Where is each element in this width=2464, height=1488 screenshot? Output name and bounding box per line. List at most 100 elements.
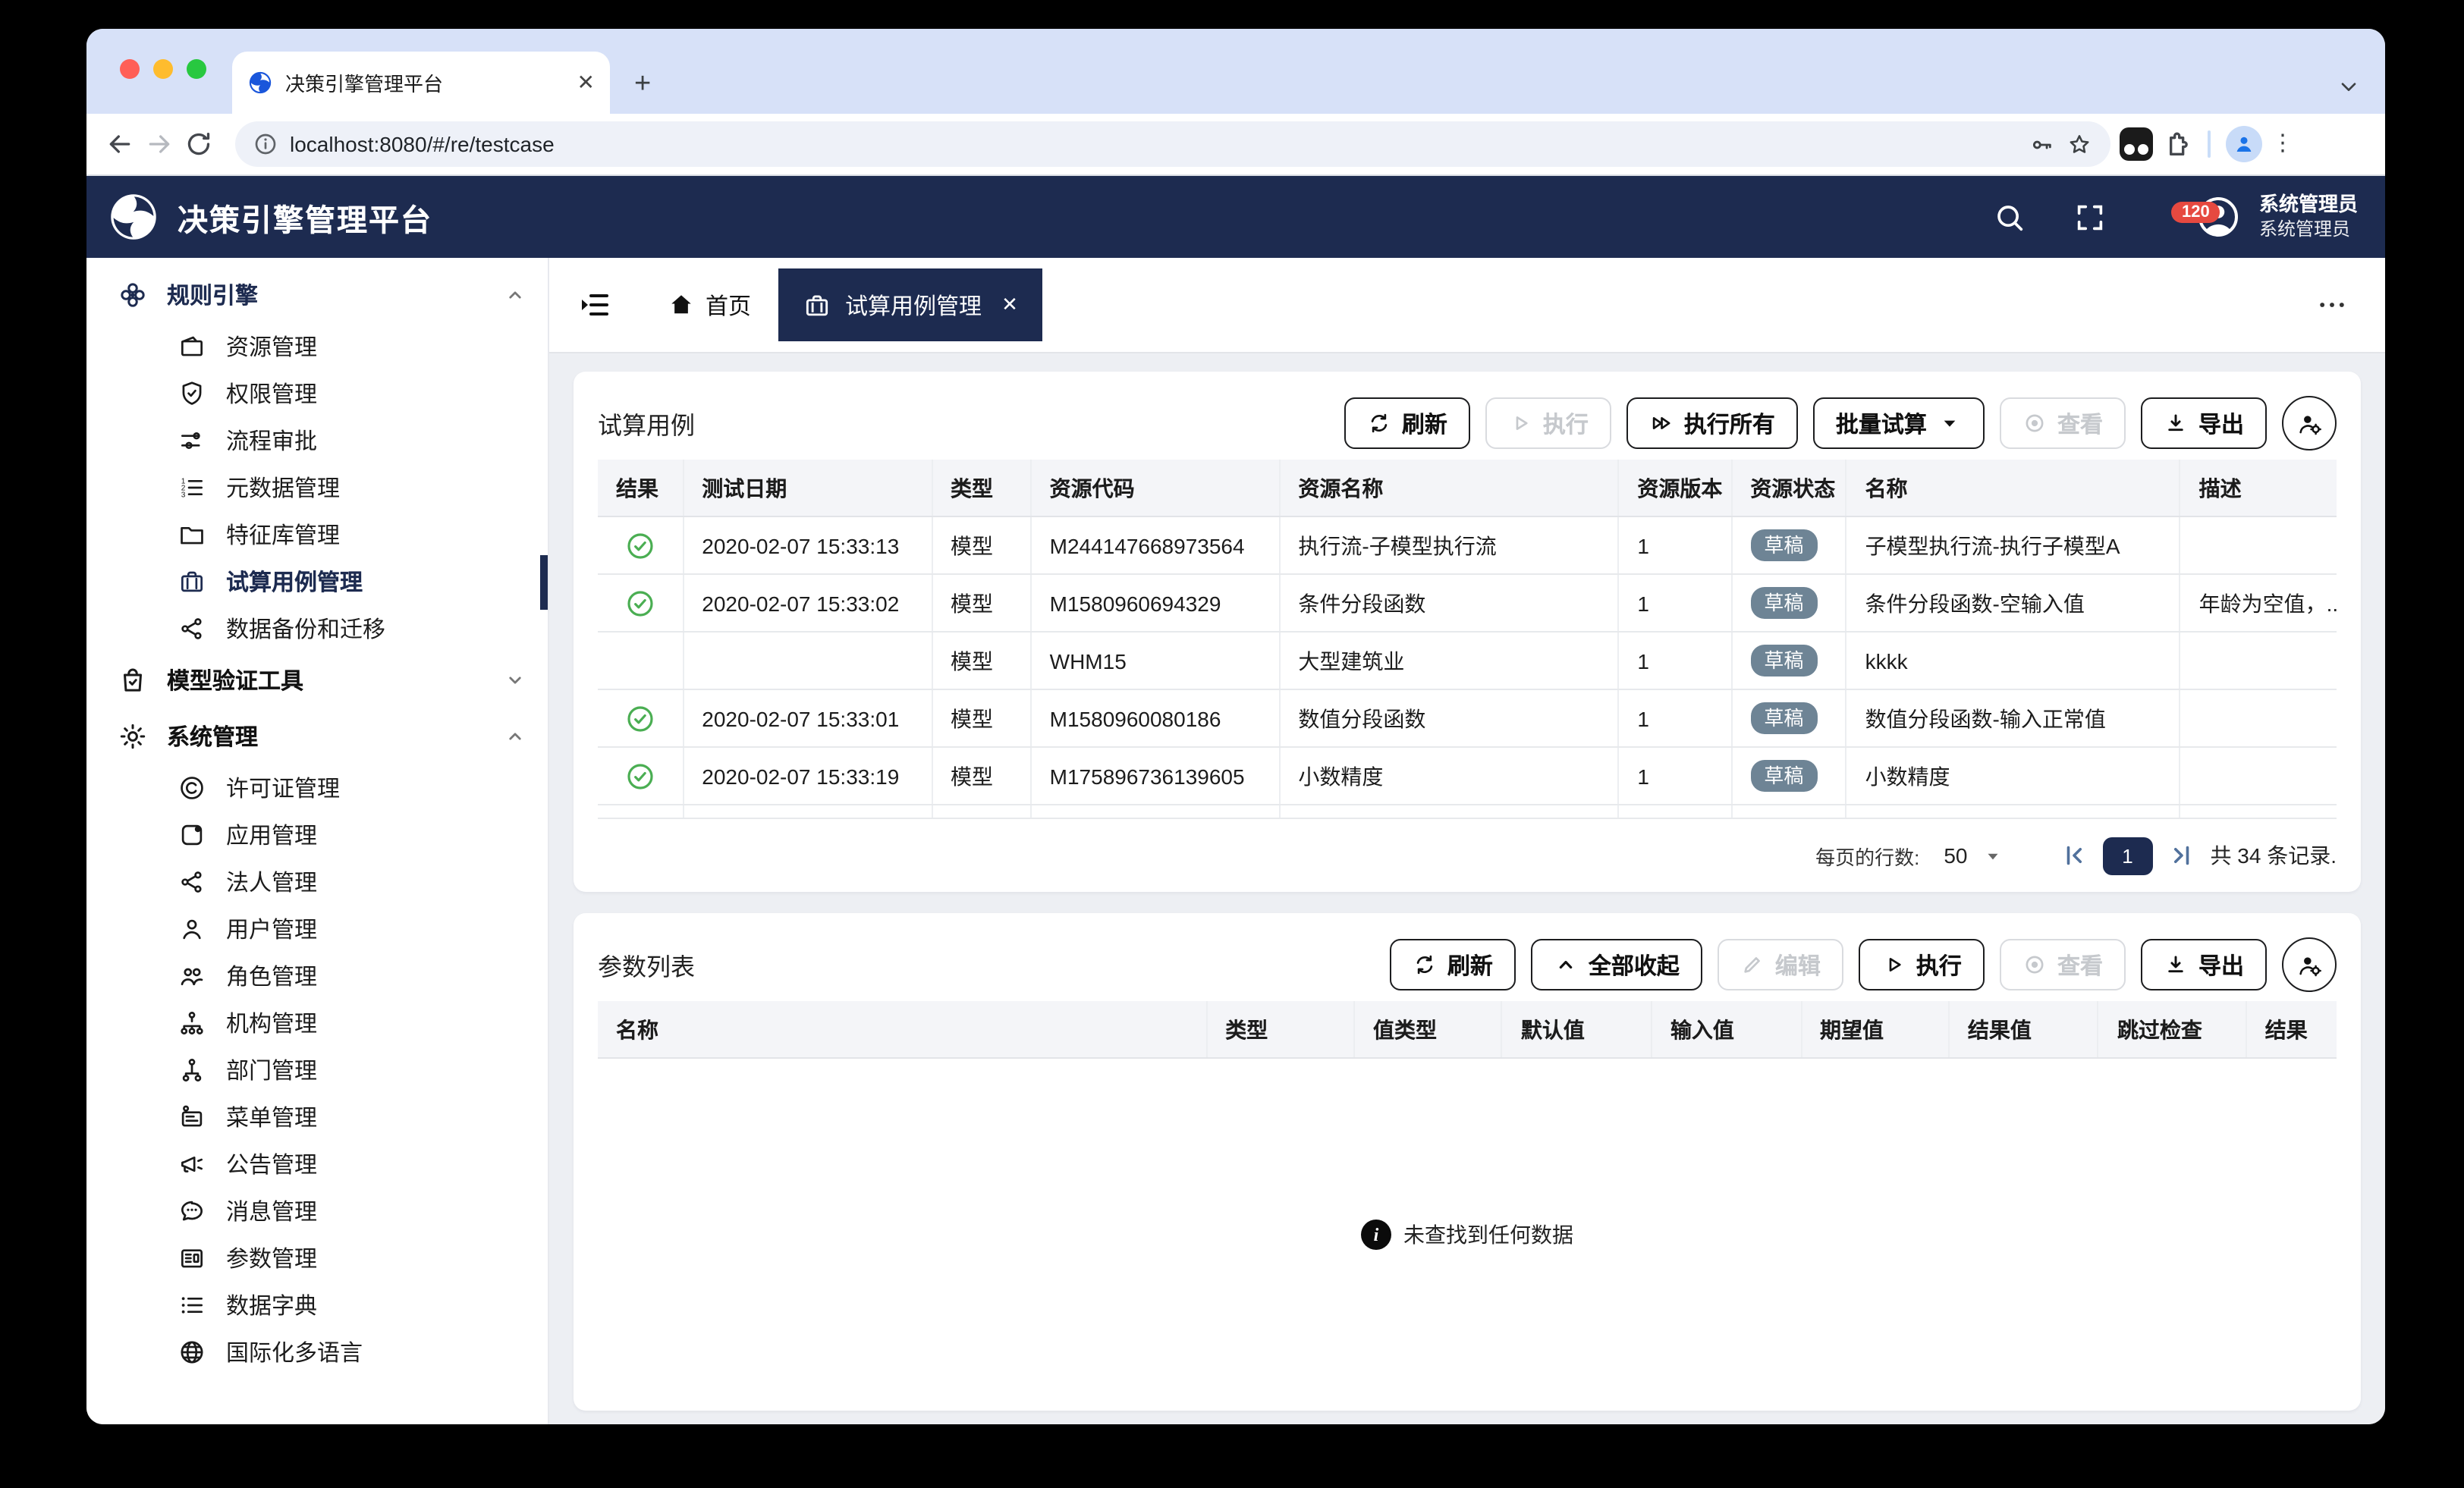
reload-icon[interactable] <box>184 129 214 159</box>
book-icon <box>178 332 206 361</box>
table-row[interactable]: 模型WHM15大型建筑业1草稿kkkk <box>598 632 2337 689</box>
查看-button: 查看 <box>2000 397 2126 449</box>
rows-per-page-value[interactable]: 50 <box>1944 843 1967 868</box>
zoom-window-button[interactable] <box>187 59 206 79</box>
table-row[interactable]: 2020-02-07 15:33:02模型M1580960694329条件分段函… <box>598 574 2337 632</box>
sidebar-item[interactable]: 参数管理 <box>86 1235 548 1282</box>
date-cell: 2020-02-07 15:33:13 <box>683 516 932 574</box>
desc-cell <box>2180 516 2337 574</box>
sidebar-item-label: 试算用例管理 <box>226 566 363 598</box>
user-info[interactable]: 系统管理员 系统管理员 <box>2259 193 2358 241</box>
button-label: 全部收起 <box>1589 949 1680 981</box>
刷新-button[interactable]: 刷新 <box>1390 939 1516 990</box>
sidebar-item[interactable]: 国际化多语言 <box>86 1329 548 1376</box>
table-row[interactable]: 2020-02-07 15:33:19模型M175896736139605小数精… <box>598 747 2337 805</box>
extensions-puzzle-icon[interactable] <box>2162 129 2192 159</box>
close-window-button[interactable] <box>120 59 140 79</box>
sidebar-item[interactable]: 资源管理 <box>86 323 548 370</box>
column-header: 输入值 <box>1652 1001 1801 1058</box>
url-text[interactable]: localhost:8080/#/re/testcase <box>290 132 2016 156</box>
current-page[interactable]: 1 <box>2103 837 2153 874</box>
new-tab-button[interactable]: + <box>634 68 651 102</box>
sidebar-item[interactable]: 部门管理 <box>86 1047 548 1094</box>
forward-icon[interactable] <box>144 129 174 159</box>
tab-close-icon[interactable]: ✕ <box>1001 293 1018 317</box>
code-cell: M175896736139605 <box>1031 747 1280 805</box>
user-settings-button[interactable] <box>2282 937 2337 992</box>
browser-profile-avatar[interactable] <box>2226 126 2262 162</box>
批量试算-button[interactable]: 批量试算 <box>1813 397 1985 449</box>
tab-close-icon[interactable]: ✕ <box>577 70 595 96</box>
sidebar-item[interactable]: 权限管理 <box>86 370 548 417</box>
menu-unfold-icon[interactable] <box>577 287 613 323</box>
tab-home-label: 首页 <box>706 289 751 321</box>
sidebar-item[interactable]: 公告管理 <box>86 1141 548 1188</box>
导出-button[interactable]: 导出 <box>2141 939 2267 990</box>
sidebar-item[interactable]: 试算用例管理 <box>86 558 548 605</box>
sidebar-item[interactable]: 特征库管理 <box>86 511 548 558</box>
search-icon[interactable] <box>1992 199 2027 234</box>
执行所有-button[interactable]: 执行所有 <box>1626 397 1798 449</box>
bag-check-icon <box>117 664 149 696</box>
password-key-icon[interactable] <box>2029 131 2054 157</box>
sidebar-item[interactable]: 用户管理 <box>86 906 548 953</box>
sidebar-item[interactable]: 数据备份和迁移 <box>86 605 548 652</box>
sliders-icon <box>178 426 206 455</box>
status-badge: 草稿 <box>1750 760 1817 792</box>
tab-home[interactable]: 首页 <box>646 268 772 341</box>
执行-button[interactable]: 执行 <box>1859 939 1985 990</box>
导出-button[interactable]: 导出 <box>2141 397 2267 449</box>
address-bar[interactable]: localhost:8080/#/re/testcase <box>235 121 2110 167</box>
resource-name-cell: 小数精度 <box>1279 747 1618 805</box>
browser-menu-icon[interactable]: ⋮ <box>2271 140 2293 149</box>
sidebar-item[interactable]: 消息管理 <box>86 1188 548 1235</box>
table-row[interactable]: 2020-02-07 15:33:13模型M244147668973564执行流… <box>598 516 2337 574</box>
date-cell: 2020-02-07 15:33:02 <box>683 574 932 632</box>
sidebar-group[interactable]: 模型验证工具 <box>86 652 548 708</box>
back-icon[interactable] <box>105 129 135 159</box>
sidebar-item-label: 资源管理 <box>226 331 317 363</box>
tab-search-chevron-icon[interactable] <box>2337 74 2361 99</box>
tab-testcase-active[interactable]: 试算用例管理 ✕ <box>778 268 1042 341</box>
window-controls[interactable] <box>120 59 206 79</box>
sidebar-group[interactable]: 系统管理 <box>86 708 548 764</box>
user-role: 系统管理员 <box>2259 218 2358 240</box>
sidebar-item-label: 应用管理 <box>226 819 317 851</box>
sidebar-item[interactable]: 应用管理 <box>86 811 548 859</box>
minimize-window-button[interactable] <box>153 59 173 79</box>
collapse-all-icon <box>1554 953 1578 977</box>
status-cell: 草稿 <box>1731 574 1846 632</box>
sidebar-item[interactable]: 数据字典 <box>86 1282 548 1329</box>
table-row[interactable]: 2020-02-07 15:33:01模型M1580960080186数值分段函… <box>598 689 2337 747</box>
sidebar-group[interactable]: 规则引擎 <box>86 267 548 323</box>
last-page-icon[interactable] <box>2168 842 2195 869</box>
sidebar-item[interactable]: 菜单管理 <box>86 1094 548 1141</box>
sidebar-item[interactable]: 机构管理 <box>86 1000 548 1047</box>
sidebar-item[interactable]: 流程审批 <box>86 417 548 464</box>
bookmark-star-icon[interactable] <box>2066 131 2092 157</box>
执行-button: 执行 <box>1485 397 1611 449</box>
folder-icon <box>178 520 206 549</box>
browser-tab[interactable]: 决策引擎管理平台 ✕ <box>232 52 610 114</box>
site-info-icon[interactable] <box>253 132 278 156</box>
tab-more-icon[interactable] <box>2315 288 2349 322</box>
column-header: 结果 <box>2246 1001 2337 1058</box>
user-settings-button[interactable] <box>2282 396 2337 450</box>
sidebar-item[interactable]: 法人管理 <box>86 859 548 906</box>
resource-name-cell: 数值分段函数 <box>1279 689 1618 747</box>
first-page-icon[interactable] <box>2060 842 2088 869</box>
全部收起-button[interactable]: 全部收起 <box>1531 939 1702 990</box>
code-cell: M1580960694329 <box>1031 574 1280 632</box>
sidebar-item[interactable]: 123元数据管理 <box>86 464 548 511</box>
fullscreen-icon[interactable] <box>2073 199 2107 234</box>
extension-dark-icon[interactable] <box>2120 127 2153 161</box>
testcase-toolbar: 刷新执行执行所有批量试算查看导出 <box>1344 396 2337 450</box>
sidebar-item[interactable]: 角色管理 <box>86 953 548 1000</box>
刷新-button[interactable]: 刷新 <box>1344 397 1470 449</box>
type-cell: 模型 <box>932 747 1031 805</box>
eye-icon <box>2022 411 2047 435</box>
rows-per-page-caret-icon[interactable] <box>1983 846 2003 865</box>
sidebar-item[interactable]: 许可证管理 <box>86 764 548 811</box>
column-header: 值类型 <box>1354 1001 1502 1058</box>
column-header: 名称 <box>598 1001 1206 1058</box>
